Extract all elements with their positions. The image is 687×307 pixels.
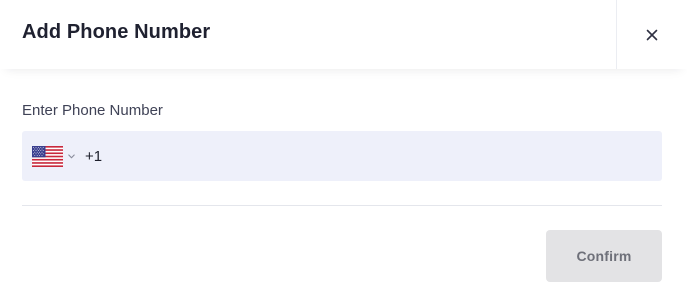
close-button[interactable] [617,0,687,69]
dialog-title: Add Phone Number [22,21,211,43]
country-code-select[interactable] [32,131,75,181]
confirm-button[interactable]: Confirm [546,230,662,282]
chevron-down-icon [68,153,75,158]
section-divider [22,205,662,206]
phone-field [22,131,662,181]
phone-label: Enter Phone Number [22,102,163,119]
us-flag-icon [32,145,63,167]
dialog-header: Add Phone Number [0,0,687,69]
add-phone-dialog: Add Phone Number Enter Phone Number +1 C… [0,0,687,307]
phone-input[interactable] [85,131,625,181]
close-icon [646,29,658,40]
